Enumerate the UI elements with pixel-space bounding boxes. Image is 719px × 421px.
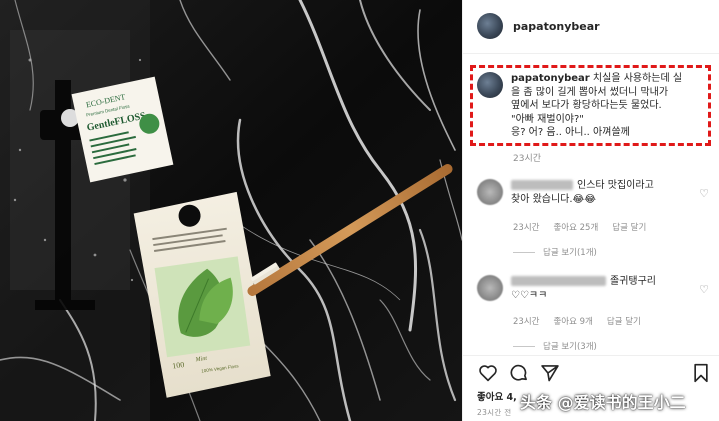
caption-avatar[interactable]: [477, 72, 503, 98]
post-header: papatonybear: [477, 13, 600, 39]
post-photo[interactable]: ECO-DENT Premium Dental Floss GentleFLOS…: [0, 0, 462, 421]
watermark-text: 头条 @爱读书的王小二: [520, 393, 686, 412]
view-replies-label[interactable]: 답글 보기(3개): [543, 340, 597, 352]
header-divider: [463, 53, 719, 54]
caption-line-4: "아빠 재벌이야?": [511, 113, 584, 125]
caption-line-5: 응? 어? 음.. 아니.. 아껴쓸께: [511, 127, 630, 138]
caption-username[interactable]: papatonybear: [511, 73, 590, 84]
comment-reply-button[interactable]: 답글 달기: [607, 315, 641, 327]
comment-username-blurred[interactable]: [511, 276, 606, 286]
comment-1: 인스타 맛집이라고 찾아 왔습니다.😂😂: [477, 179, 712, 207]
comment-avatar[interactable]: [477, 179, 503, 205]
comment-line-2: ♡♡ㅋㅋ: [511, 290, 548, 301]
author-avatar[interactable]: [477, 13, 503, 39]
post-age: 23시간 전: [477, 408, 512, 417]
post-actions-bar: [477, 362, 712, 384]
heart-icon[interactable]: [477, 362, 499, 384]
comment-likes[interactable]: 좋아요 25개: [553, 221, 598, 233]
likes-count[interactable]: 좋아요 4,: [477, 389, 517, 403]
view-replies-button[interactable]: 답글 보기(3개): [513, 340, 597, 352]
caption-text: papatonybear 치실을 사용하는데 실 을 좀 많이 길게 뽑아서 썼…: [511, 72, 682, 140]
comment-line-1: 인스타 맛집이라고: [577, 180, 654, 191]
comment-like-heart-icon[interactable]: ♡: [699, 187, 709, 200]
view-replies-button[interactable]: 답글 보기(1개): [513, 246, 597, 258]
caption-line-2: 을 좀 많이 길게 뽑아서 썼더니 막내가: [511, 86, 669, 98]
replies-dash: [513, 345, 535, 347]
share-icon[interactable]: [539, 362, 561, 384]
comment-line-1: 졸귀탱구리: [610, 276, 656, 287]
comment-likes[interactable]: 좋아요 9개: [553, 315, 592, 327]
packet-count: 100: [172, 360, 185, 371]
comment-time: 23시간: [513, 223, 540, 233]
comment-reply-button[interactable]: 답글 달기: [612, 221, 646, 233]
comment-icon[interactable]: [508, 362, 530, 384]
comment-username-blurred[interactable]: [511, 180, 573, 190]
comment-2: 졸귀탱구리 ♡♡ㅋㅋ: [477, 275, 712, 303]
caption-line-1: 치실을 사용하는데 실: [592, 73, 683, 84]
caption-line-3: 옆에서 보다가 황당하다는듯 물었다.: [511, 100, 662, 111]
post-side-panel: papatonybear papatonybear 치실을 사용하는데 실 을 …: [462, 0, 719, 421]
comment-time: 23시간: [513, 317, 540, 327]
actions-divider: [463, 355, 719, 356]
author-username[interactable]: papatonybear: [513, 20, 600, 33]
post-caption: papatonybear 치실을 사용하는데 실 을 좀 많이 길게 뽑아서 썼…: [477, 72, 707, 140]
photo-scene: ECO-DENT Premium Dental Floss GentleFLOS…: [0, 0, 462, 421]
comment-text: 인스타 맛집이라고 찾아 왔습니다.😂😂: [511, 179, 654, 207]
comment-avatar[interactable]: [477, 275, 503, 301]
view-replies-label[interactable]: 답글 보기(1개): [543, 246, 597, 258]
replies-dash: [513, 251, 535, 253]
caption-timestamp: 23시간: [513, 154, 542, 164]
comment-meta: 23시간 좋아요 9개 답글 달기: [513, 315, 641, 327]
comment-text: 졸귀탱구리 ♡♡ㅋㅋ: [511, 275, 656, 303]
comment-meta: 23시간 좋아요 25개 답글 달기: [513, 221, 646, 233]
comment-line-2: 찾아 왔습니다.😂😂: [511, 194, 596, 205]
comment-like-heart-icon[interactable]: ♡: [699, 283, 709, 296]
bookmark-icon[interactable]: [690, 362, 712, 384]
